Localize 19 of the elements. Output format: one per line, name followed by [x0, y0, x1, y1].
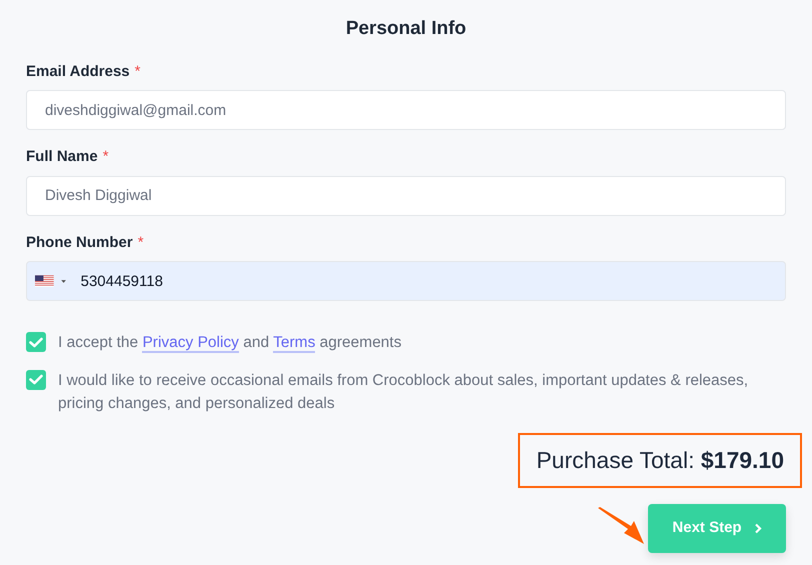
required-mark: * — [134, 62, 140, 82]
checkbox[interactable] — [26, 332, 46, 352]
check-icon — [29, 336, 43, 348]
field-label: Email Address — [26, 62, 130, 82]
purchase-total: Purchase Total: $179.10 — [518, 433, 802, 488]
required-mark: * — [138, 232, 144, 253]
link[interactable]: Terms — [273, 334, 316, 354]
link[interactable]: Privacy Policy — [142, 334, 239, 354]
required-mark: * — [102, 147, 109, 168]
input-field[interactable]: Divesh Diggiwal — [27, 176, 785, 215]
section-title: Personal Info — [344, 18, 468, 41]
chevron-right-icon — [754, 522, 762, 534]
checkbox-label: I accept the Privacy Policy and Terms agreements — [58, 333, 402, 355]
checkbox[interactable] — [26, 370, 46, 390]
check-icon — [29, 374, 43, 386]
field-label: Full Name — [26, 147, 98, 168]
checkbox-label: I would like to receive occasional emails from Crocoblock about sales, important updates & releases, pricing changes, and personalized deals — [58, 370, 750, 414]
input-field[interactable]: diveshdiggiwal@gmail.com — [27, 91, 785, 130]
field-label: Phone Number — [26, 232, 133, 253]
